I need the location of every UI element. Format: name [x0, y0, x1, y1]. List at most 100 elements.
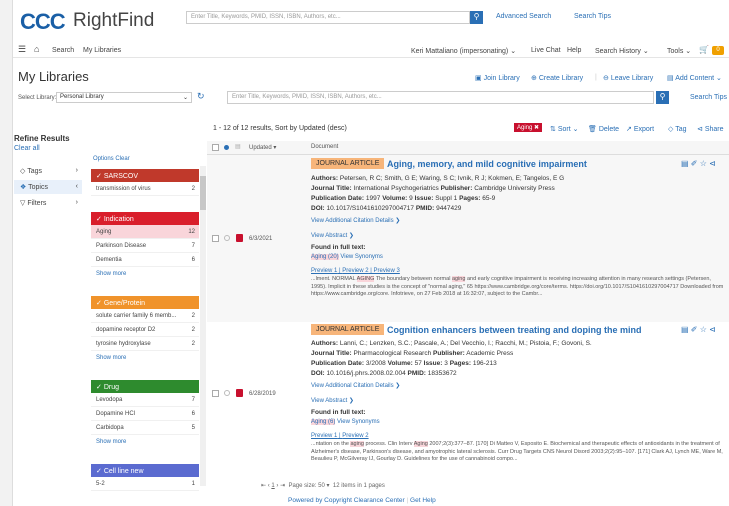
leave-library-button[interactable]: ⊖ Leave Library [603, 74, 653, 82]
user-menu[interactable]: Keri Mattaliano (impersonating) ⌄ [411, 47, 516, 55]
preview-link[interactable]: Preview 1 [311, 433, 337, 439]
ccc-link[interactable]: Powered by Copyright Clearance Center [288, 497, 405, 504]
filter-icon: ▽ [20, 200, 26, 207]
doc-icon[interactable]: ▤ [681, 159, 689, 168]
main-search-input[interactable]: Enter Title, Keywords, PMID, ISSN, ISBN,… [186, 11, 470, 24]
facet-header[interactable]: ✓ Cell line new [91, 464, 199, 477]
select-all-checkbox[interactable] [212, 144, 219, 151]
tag-button[interactable]: ◇ Tag [668, 125, 687, 133]
preview-link[interactable]: Preview 3 [374, 268, 400, 274]
article-title[interactable]: Cognition enhancers between treating and… [387, 325, 642, 335]
home-icon[interactable]: ⌂ [34, 44, 39, 54]
current-page[interactable]: 1 [271, 483, 274, 489]
refine-topics-tab[interactable]: ❖ Topics ‹ [14, 180, 82, 194]
facet-row[interactable]: dopamine receptor D2 2 [91, 323, 199, 337]
view-synonyms-link[interactable]: View Synonyms [337, 419, 380, 425]
facet-row[interactable]: solute carrier family 6 memb... 2 [91, 309, 199, 323]
facet-header[interactable]: ✓ Indication [91, 212, 199, 225]
facet-row[interactable]: Parkinson Disease 7 [91, 239, 199, 253]
pdf-icon[interactable] [236, 389, 243, 397]
facet-row[interactable]: Dementia 6 [91, 253, 199, 267]
search-tips-link[interactable]: Search Tips [574, 13, 611, 20]
fulltext-term[interactable]: Aging (20) [311, 254, 339, 260]
library-search-tips-link[interactable]: Search Tips [690, 94, 727, 101]
prev-page-button[interactable]: ‹ [268, 483, 270, 489]
pub-line: Publication Date: 1997 Volume: 9 Issue: … [311, 195, 496, 202]
first-page-button[interactable]: ⇤ [261, 483, 266, 489]
facet-scrollbar-thumb[interactable] [200, 176, 206, 210]
show-more-link[interactable]: Show more [91, 267, 199, 283]
active-tag-badge[interactable]: Aging ✖ [514, 123, 543, 132]
facet-row[interactable]: Carbidopa 5 [91, 421, 199, 435]
pdf-icon[interactable] [236, 234, 243, 242]
show-more-link[interactable]: Show more [91, 351, 199, 367]
view-abstract-link[interactable]: View Abstract ❯ [311, 232, 354, 239]
preview-link[interactable]: Preview 2 [342, 433, 368, 439]
star-icon[interactable]: ☆ [700, 159, 707, 168]
sort-button[interactable]: ⇅ Sort ⌄ [550, 125, 578, 133]
live-chat-link[interactable]: Live Chat [531, 47, 561, 54]
refine-tags-tab[interactable]: ◇ Tags › [14, 164, 82, 178]
library-select[interactable]: Personal Library ⌄ [56, 92, 192, 103]
fulltext-term[interactable]: Aging (6) [311, 419, 336, 425]
facet-header[interactable]: ✓ SARSCOV [91, 169, 199, 182]
star-icon[interactable]: ☆ [700, 325, 707, 334]
row-radio[interactable] [224, 390, 230, 396]
last-page-button[interactable]: ⇥ [280, 483, 285, 489]
share-button[interactable]: ⊲ Share [697, 125, 724, 133]
facet-row[interactable]: 5-2 1 [91, 477, 199, 491]
nav-my-libraries[interactable]: My Libraries [83, 47, 121, 54]
facet-row[interactable]: tyrosine hydroxylase 2 [91, 337, 199, 351]
tag-action-icon[interactable]: ✐ [691, 159, 698, 168]
advanced-search-link[interactable]: Advanced Search [496, 13, 551, 20]
facet-header[interactable]: ✓ Gene/Protein [91, 296, 199, 309]
library-search-icon[interactable]: ⚲ [656, 91, 669, 104]
clear-link[interactable]: Clear [115, 156, 129, 162]
view-abstract-link[interactable]: View Abstract ❯ [311, 397, 354, 404]
facet-header[interactable]: ✓ Drug [91, 380, 199, 393]
refine-filters-tab[interactable]: ▽ Filters › [14, 196, 82, 210]
facet-row[interactable]: Aging 12 [91, 225, 199, 239]
view-citation-link[interactable]: View Additional Citation Details ❯ [311, 382, 400, 389]
options-link[interactable]: Options [93, 156, 114, 162]
facet-row[interactable]: Dopamine HCl 6 [91, 407, 199, 421]
col-updated[interactable]: Updated ▾ [249, 144, 276, 151]
help-link[interactable]: Help [567, 47, 581, 54]
next-page-button[interactable]: › [276, 483, 278, 489]
facet-row[interactable]: transmission of virus 2 [91, 182, 199, 196]
export-button[interactable]: ↗ Export [626, 125, 654, 133]
show-more-link[interactable]: Show more [91, 435, 199, 451]
tools-menu[interactable]: Tools ⌄ [667, 47, 691, 55]
delete-button[interactable]: 🗑 Delete [588, 125, 619, 133]
page-size-select[interactable]: 50 ▾ [318, 483, 329, 489]
ccc-logo[interactable]: CCC [20, 9, 66, 35]
library-search-input[interactable]: Enter Title, Keywords, PMID, ISSN, ISBN,… [227, 91, 654, 104]
row-radio[interactable] [224, 235, 230, 241]
create-library-button[interactable]: ⊕ Create Library [531, 74, 583, 82]
cart-icon[interactable]: 🛒 [699, 45, 709, 54]
menu-icon[interactable]: ☰ [18, 44, 26, 55]
view-citation-link[interactable]: View Additional Citation Details ❯ [311, 217, 400, 224]
row-checkbox[interactable] [212, 390, 219, 397]
view-synonyms-link[interactable]: View Synonyms [340, 254, 383, 260]
preview-link[interactable]: Preview 1 [311, 268, 337, 274]
tag-action-icon[interactable]: ✐ [691, 325, 698, 334]
row-checkbox[interactable] [212, 235, 219, 242]
facet-scrollbar[interactable] [200, 166, 206, 486]
share-icon[interactable]: ⊲ [709, 159, 716, 168]
search-history-menu[interactable]: Search History ⌄ [595, 47, 649, 55]
share-icon[interactable]: ⊲ [709, 325, 716, 334]
nav-search[interactable]: Search [52, 47, 74, 54]
refresh-icon[interactable]: ↻ [197, 91, 205, 102]
article-title[interactable]: Aging, memory, and mild cognitive impair… [387, 159, 587, 169]
get-help-link[interactable]: Get Help [410, 497, 436, 504]
search-icon[interactable]: ⚲ [470, 11, 483, 24]
add-content-button[interactable]: ▤ Add Content ⌄ [667, 74, 722, 82]
join-library-button[interactable]: ▣ Join Library [475, 74, 520, 82]
facet-gene-protein: ✓ Gene/Protein solute carrier family 6 m… [91, 296, 199, 367]
preview-link[interactable]: Preview 2 [342, 268, 368, 274]
clear-all-link[interactable]: Clear all [14, 145, 40, 152]
doc-icon[interactable]: ▤ [681, 325, 689, 334]
facet-row[interactable]: Levodopa 7 [91, 393, 199, 407]
doc-type-badge: JOURNAL ARTICLE [311, 324, 385, 335]
